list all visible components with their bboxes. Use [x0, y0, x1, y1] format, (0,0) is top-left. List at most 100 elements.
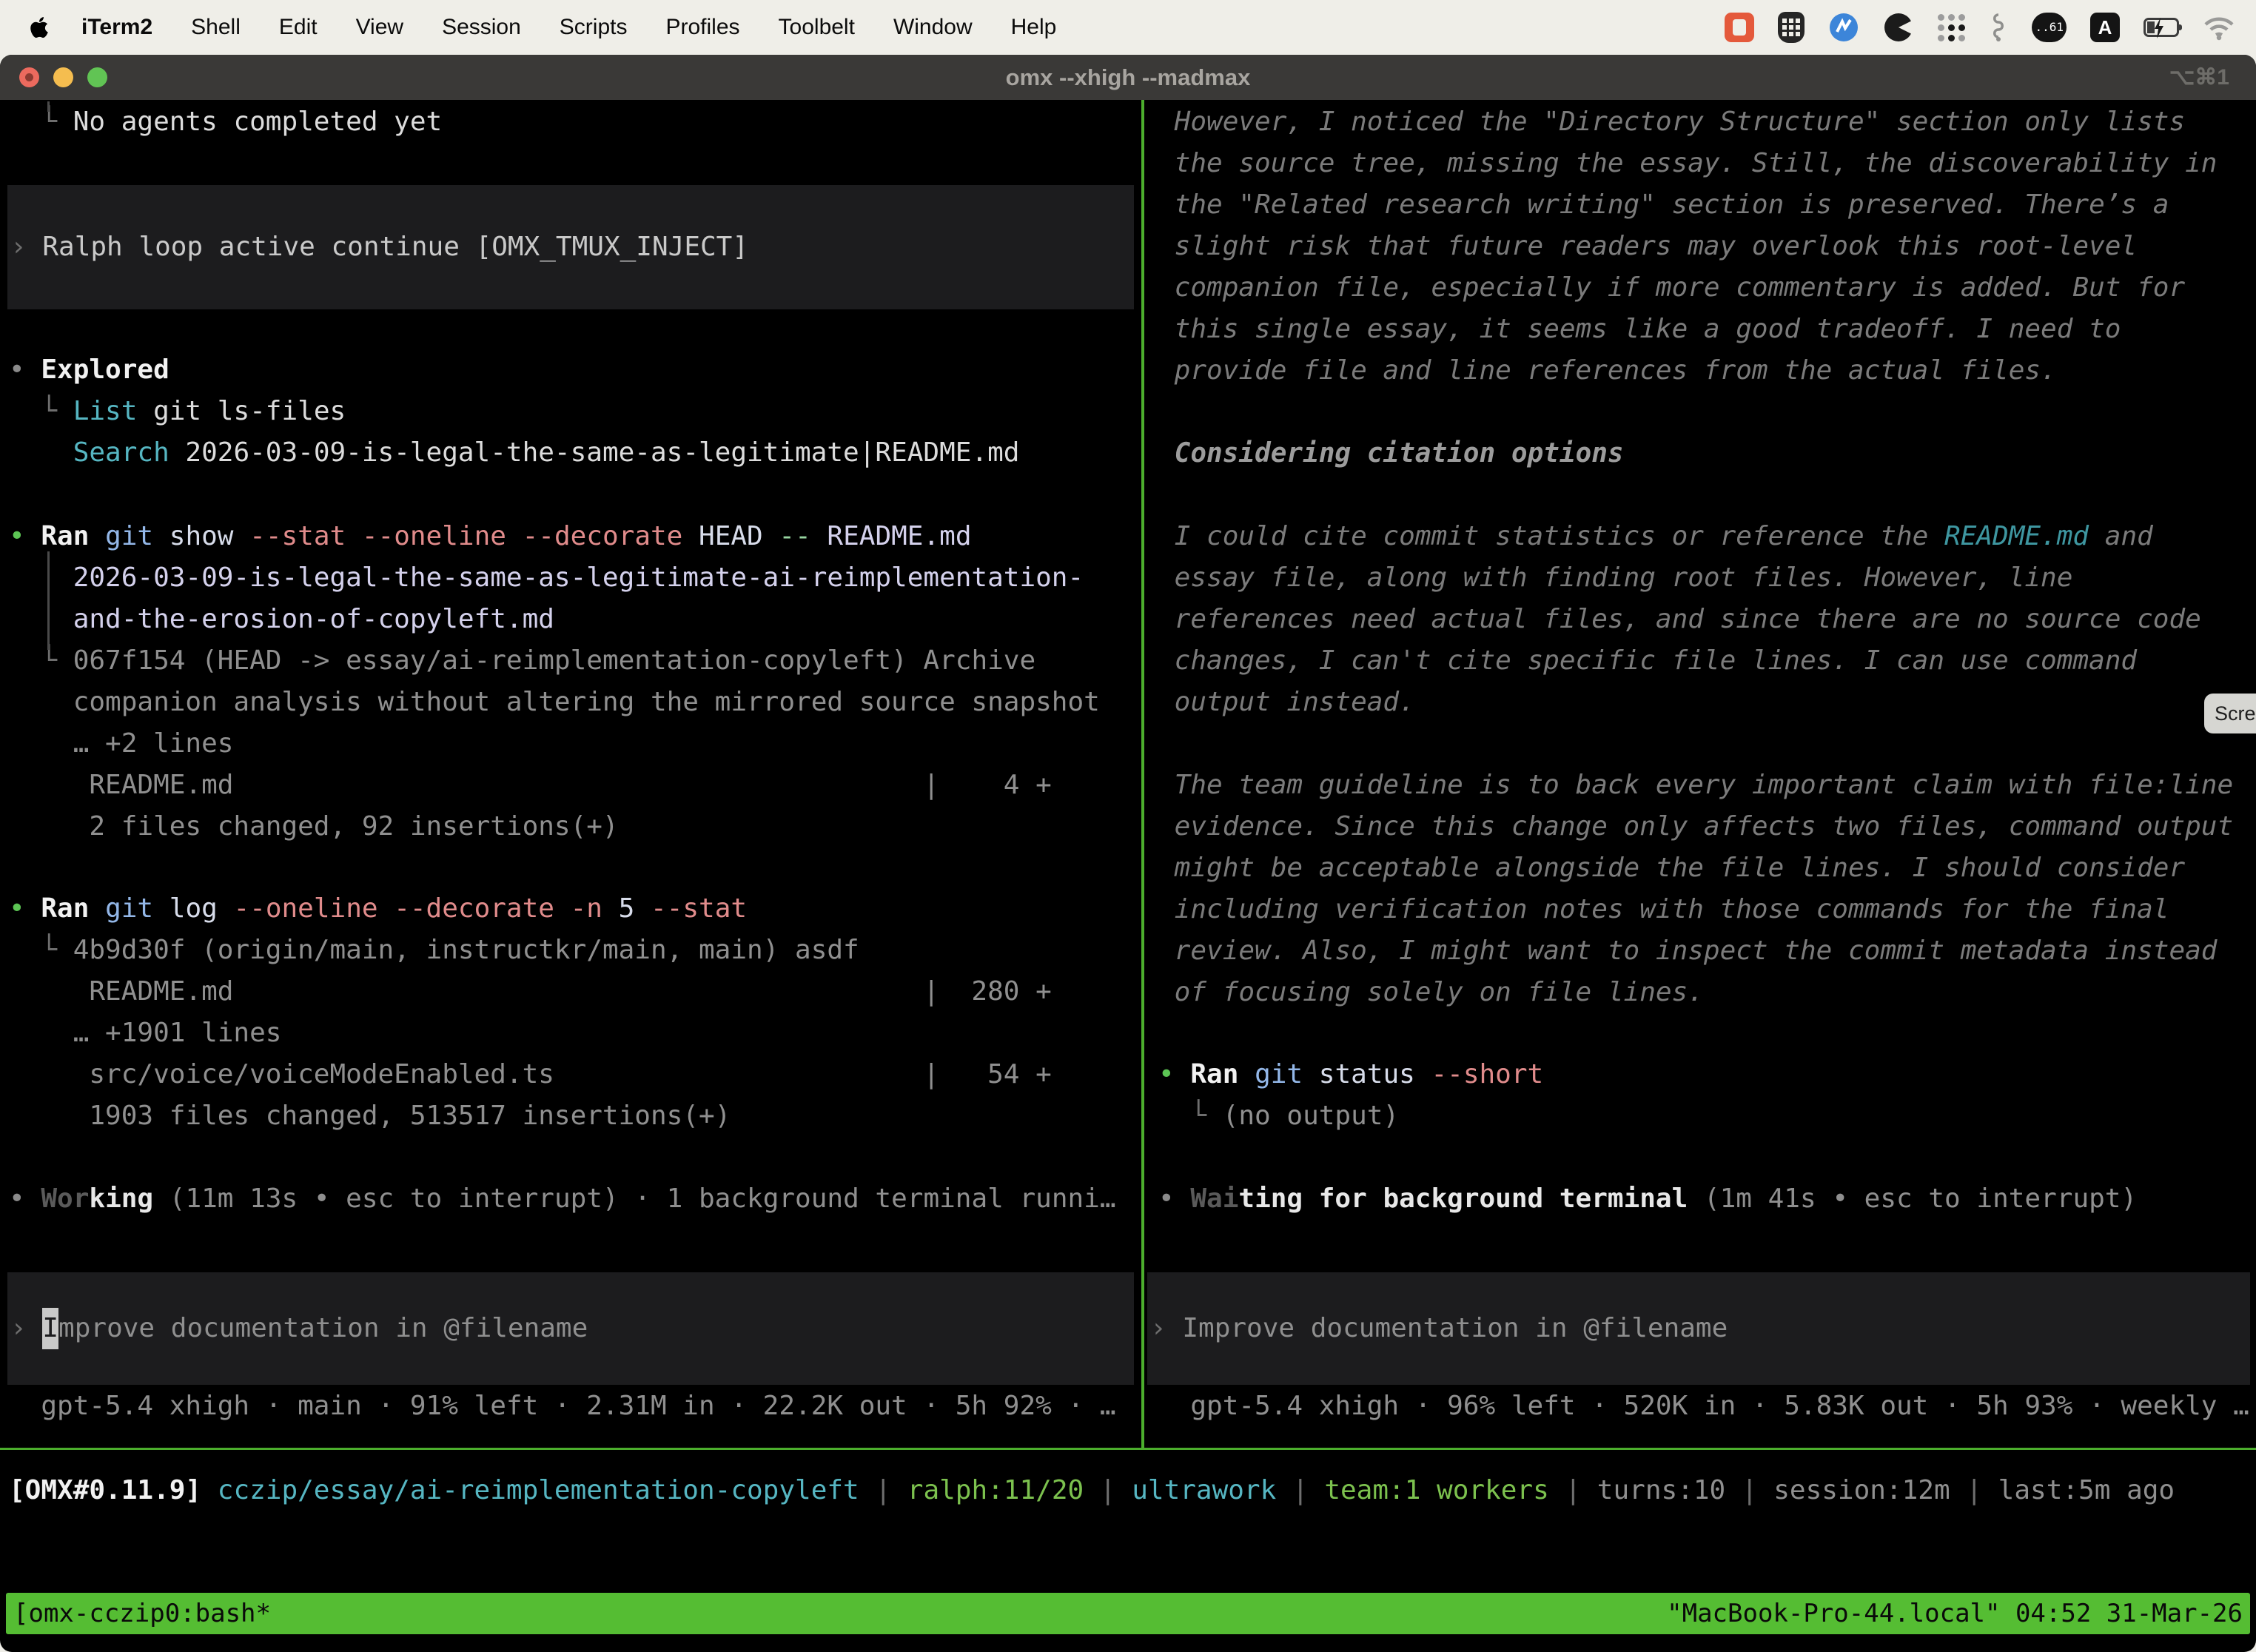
text-segment: -- [763, 521, 811, 551]
menu-item-session[interactable]: Session [442, 15, 521, 40]
menu-item-toolbelt[interactable]: Toolbelt [779, 15, 855, 40]
blue-badge-icon[interactable] [1828, 12, 1859, 43]
menu-item-view[interactable]: View [356, 15, 403, 40]
terminal-line: references need actual files, and since … [1158, 599, 2256, 640]
terminal-line: slight risk that future readers may over… [1158, 226, 2256, 267]
text-segment: references need actual files, and since … [1158, 604, 2201, 634]
terminal-line: README.md | 4 + [9, 765, 1141, 806]
terminal-line: companion analysis without altering the … [9, 682, 1141, 723]
prompt-input[interactable]: › Improve documentation in @filename [1147, 1272, 2250, 1385]
text-segment: src/voice/voiceModeEnabled.ts | 54 + [9, 1059, 1052, 1089]
prompt-input[interactable]: › Improve documentation in @filename [7, 1272, 1134, 1385]
menu-item-window[interactable]: Window [893, 15, 973, 40]
text-segment: List [73, 396, 138, 426]
terminal-line: of focusing solely on file lines. [1158, 972, 2256, 1013]
text-segment: of focusing solely on file lines. [1158, 977, 1704, 1007]
text-segment: (1m 41s • esc to interrupt) [1688, 1183, 2137, 1214]
terminal-line: and-the-erosion-of-copyleft.md [9, 599, 1141, 640]
menu-item-scripts[interactable]: Scripts [560, 15, 628, 40]
text-segment: └ [9, 935, 73, 965]
tmux-session-label: [omx-cczip0:bash* [13, 1593, 271, 1634]
terminal-line: The team guideline is to back every impo… [1158, 765, 2256, 806]
menu-item-profiles[interactable]: Profiles [665, 15, 739, 40]
terminal-line: … +2 lines [9, 723, 1141, 765]
text-segment: └ [9, 645, 73, 676]
terminal-line: └ 4b9d30f (origin/main, instructkr/main,… [9, 930, 1141, 971]
menu-item-shell[interactable]: Shell [191, 15, 241, 40]
timer-badge-icon[interactable]: ..61 [2032, 13, 2067, 42]
text-segment: (11m 13s • esc to interrupt) · 1 backgro… [153, 1183, 1115, 1214]
disk-pie-icon[interactable] [1883, 12, 1914, 43]
text-segment: • [9, 355, 41, 385]
terminal-line: review. Also, I might want to inspect th… [1158, 930, 2256, 972]
terminal-line: might be acceptable alongside the file l… [1158, 847, 2256, 889]
text-segment: (no output) [1223, 1101, 1399, 1131]
text-segment: README.md [1944, 521, 2089, 551]
text-segment: › [10, 226, 42, 268]
text-segment: git ls-files [137, 396, 346, 426]
terminal-line: └ No agents completed yet [9, 101, 1141, 143]
text-segment: … +1901 lines [9, 1018, 281, 1048]
battery-charging-icon[interactable] [2143, 18, 2179, 37]
text-segment: essay file, along with finding root file… [1158, 563, 2072, 593]
text-segment: gpt-5.4 xhigh · 96% left · 520K in · 5.8… [1158, 1391, 2249, 1421]
text-segment: might be acceptable alongside the file l… [1158, 853, 2185, 883]
wifi-icon[interactable] [2203, 14, 2235, 41]
dots-grid-icon[interactable] [1938, 14, 1965, 41]
pane-right[interactable]: However, I noticed the "Directory Struct… [1145, 100, 2256, 1448]
omx-status-segment: | [1084, 1475, 1132, 1505]
text-segment: README.md [811, 521, 972, 551]
text-segment: Wai [1190, 1183, 1238, 1214]
text-segment: 2026-03-09-is-legal-the-same-as-legitima… [9, 563, 1084, 593]
tmux-host-clock-label: "MacBook-Pro-44.local" 04:52 31-Mar-26 [1667, 1593, 2243, 1634]
ralph-loop-input[interactable]: › Ralph loop active continue [OMX_TMUX_I… [7, 185, 1134, 309]
omx-status-segment: turns:10 [1597, 1475, 1725, 1505]
screenshot-chat-icon[interactable] [1725, 13, 1754, 42]
text-segment: Ralph loop active continue [OMX_TMUX_INJ… [42, 226, 748, 268]
omx-status-segment: | [1725, 1475, 1773, 1505]
omx-status-segment: [OMX#0.11.9] [9, 1475, 201, 1505]
a-app-icon[interactable]: A [2090, 13, 2120, 42]
omx-status-segment: team:1 workers [1324, 1475, 1548, 1505]
text-segment: Ran [41, 893, 89, 924]
text-segment: Ran [1190, 1059, 1238, 1089]
omx-status-segment: cczip/essay/ai-reimplementation-copyleft [201, 1475, 859, 1505]
text-segment: review. Also, I might want to inspect th… [1158, 936, 2217, 966]
screen-share-button[interactable]: Scre [2204, 694, 2256, 733]
omx-status-segment: session:12m [1773, 1475, 1950, 1505]
thinking-heading: Considering citation options [1158, 433, 2256, 474]
text-segment: provide file and line references from th… [1158, 355, 2057, 386]
text-segment: 1903 files changed, 513517 insertions(+) [9, 1101, 731, 1131]
hook-icon[interactable] [1989, 12, 2008, 43]
terminal-line: 1903 files changed, 513517 insertions(+) [9, 1095, 1141, 1137]
omx-status-segment: | [1950, 1475, 1998, 1505]
window-shortcut-badge: ⌥⌘1 [2169, 55, 2229, 100]
menu-item-edit[interactable]: Edit [279, 15, 318, 40]
text-segment: • [1158, 1183, 1190, 1214]
terminal-line: └ (no output) [1158, 1095, 2256, 1137]
omx-status-line: [OMX#0.11.9] cczip/essay/ai-reimplementa… [9, 1470, 2175, 1511]
session-status-line: gpt-5.4 xhigh · 96% left · 520K in · 5.8… [1158, 1386, 2256, 1427]
omx-status-segment: last:5m ago [1998, 1475, 2175, 1505]
text-segment: 5 [602, 893, 634, 924]
text-segment: Ran [41, 521, 89, 551]
apple-menu-icon[interactable] [30, 16, 49, 39]
terminal-line: src/voice/voiceModeEnabled.ts | 54 + [9, 1054, 1141, 1095]
text-segment: the source tree, missing the essay. Stil… [1158, 148, 2217, 178]
text-segment: › [1150, 1308, 1182, 1349]
menu-item-help[interactable]: Help [1011, 15, 1057, 40]
shield-grid-icon[interactable] [1778, 12, 1805, 43]
terminal-line: changes, I can't cite specific file line… [1158, 640, 2256, 682]
pane-left[interactable]: └ No agents completed yet › Ralph loop ac… [0, 100, 1141, 1448]
text-segment: … +2 lines [9, 728, 233, 759]
menu-item-iterm2[interactable]: iTerm2 [81, 15, 152, 40]
tmux-status-bar: [omx-cczip0:bash* "MacBook-Pro-44.local"… [6, 1593, 2250, 1634]
text-segment: • [1158, 1059, 1190, 1089]
omx-status-segment: | [1549, 1475, 1597, 1505]
text-segment: • [9, 893, 41, 924]
text-segment: --oneline --decorate [218, 893, 554, 924]
terminal-line: 2026-03-09-is-legal-the-same-as-legitima… [9, 557, 1141, 599]
terminal-line: evidence. Since this change only affects… [1158, 806, 2256, 847]
tree-connector [47, 101, 50, 112]
text-segment: --short [1415, 1059, 1543, 1089]
